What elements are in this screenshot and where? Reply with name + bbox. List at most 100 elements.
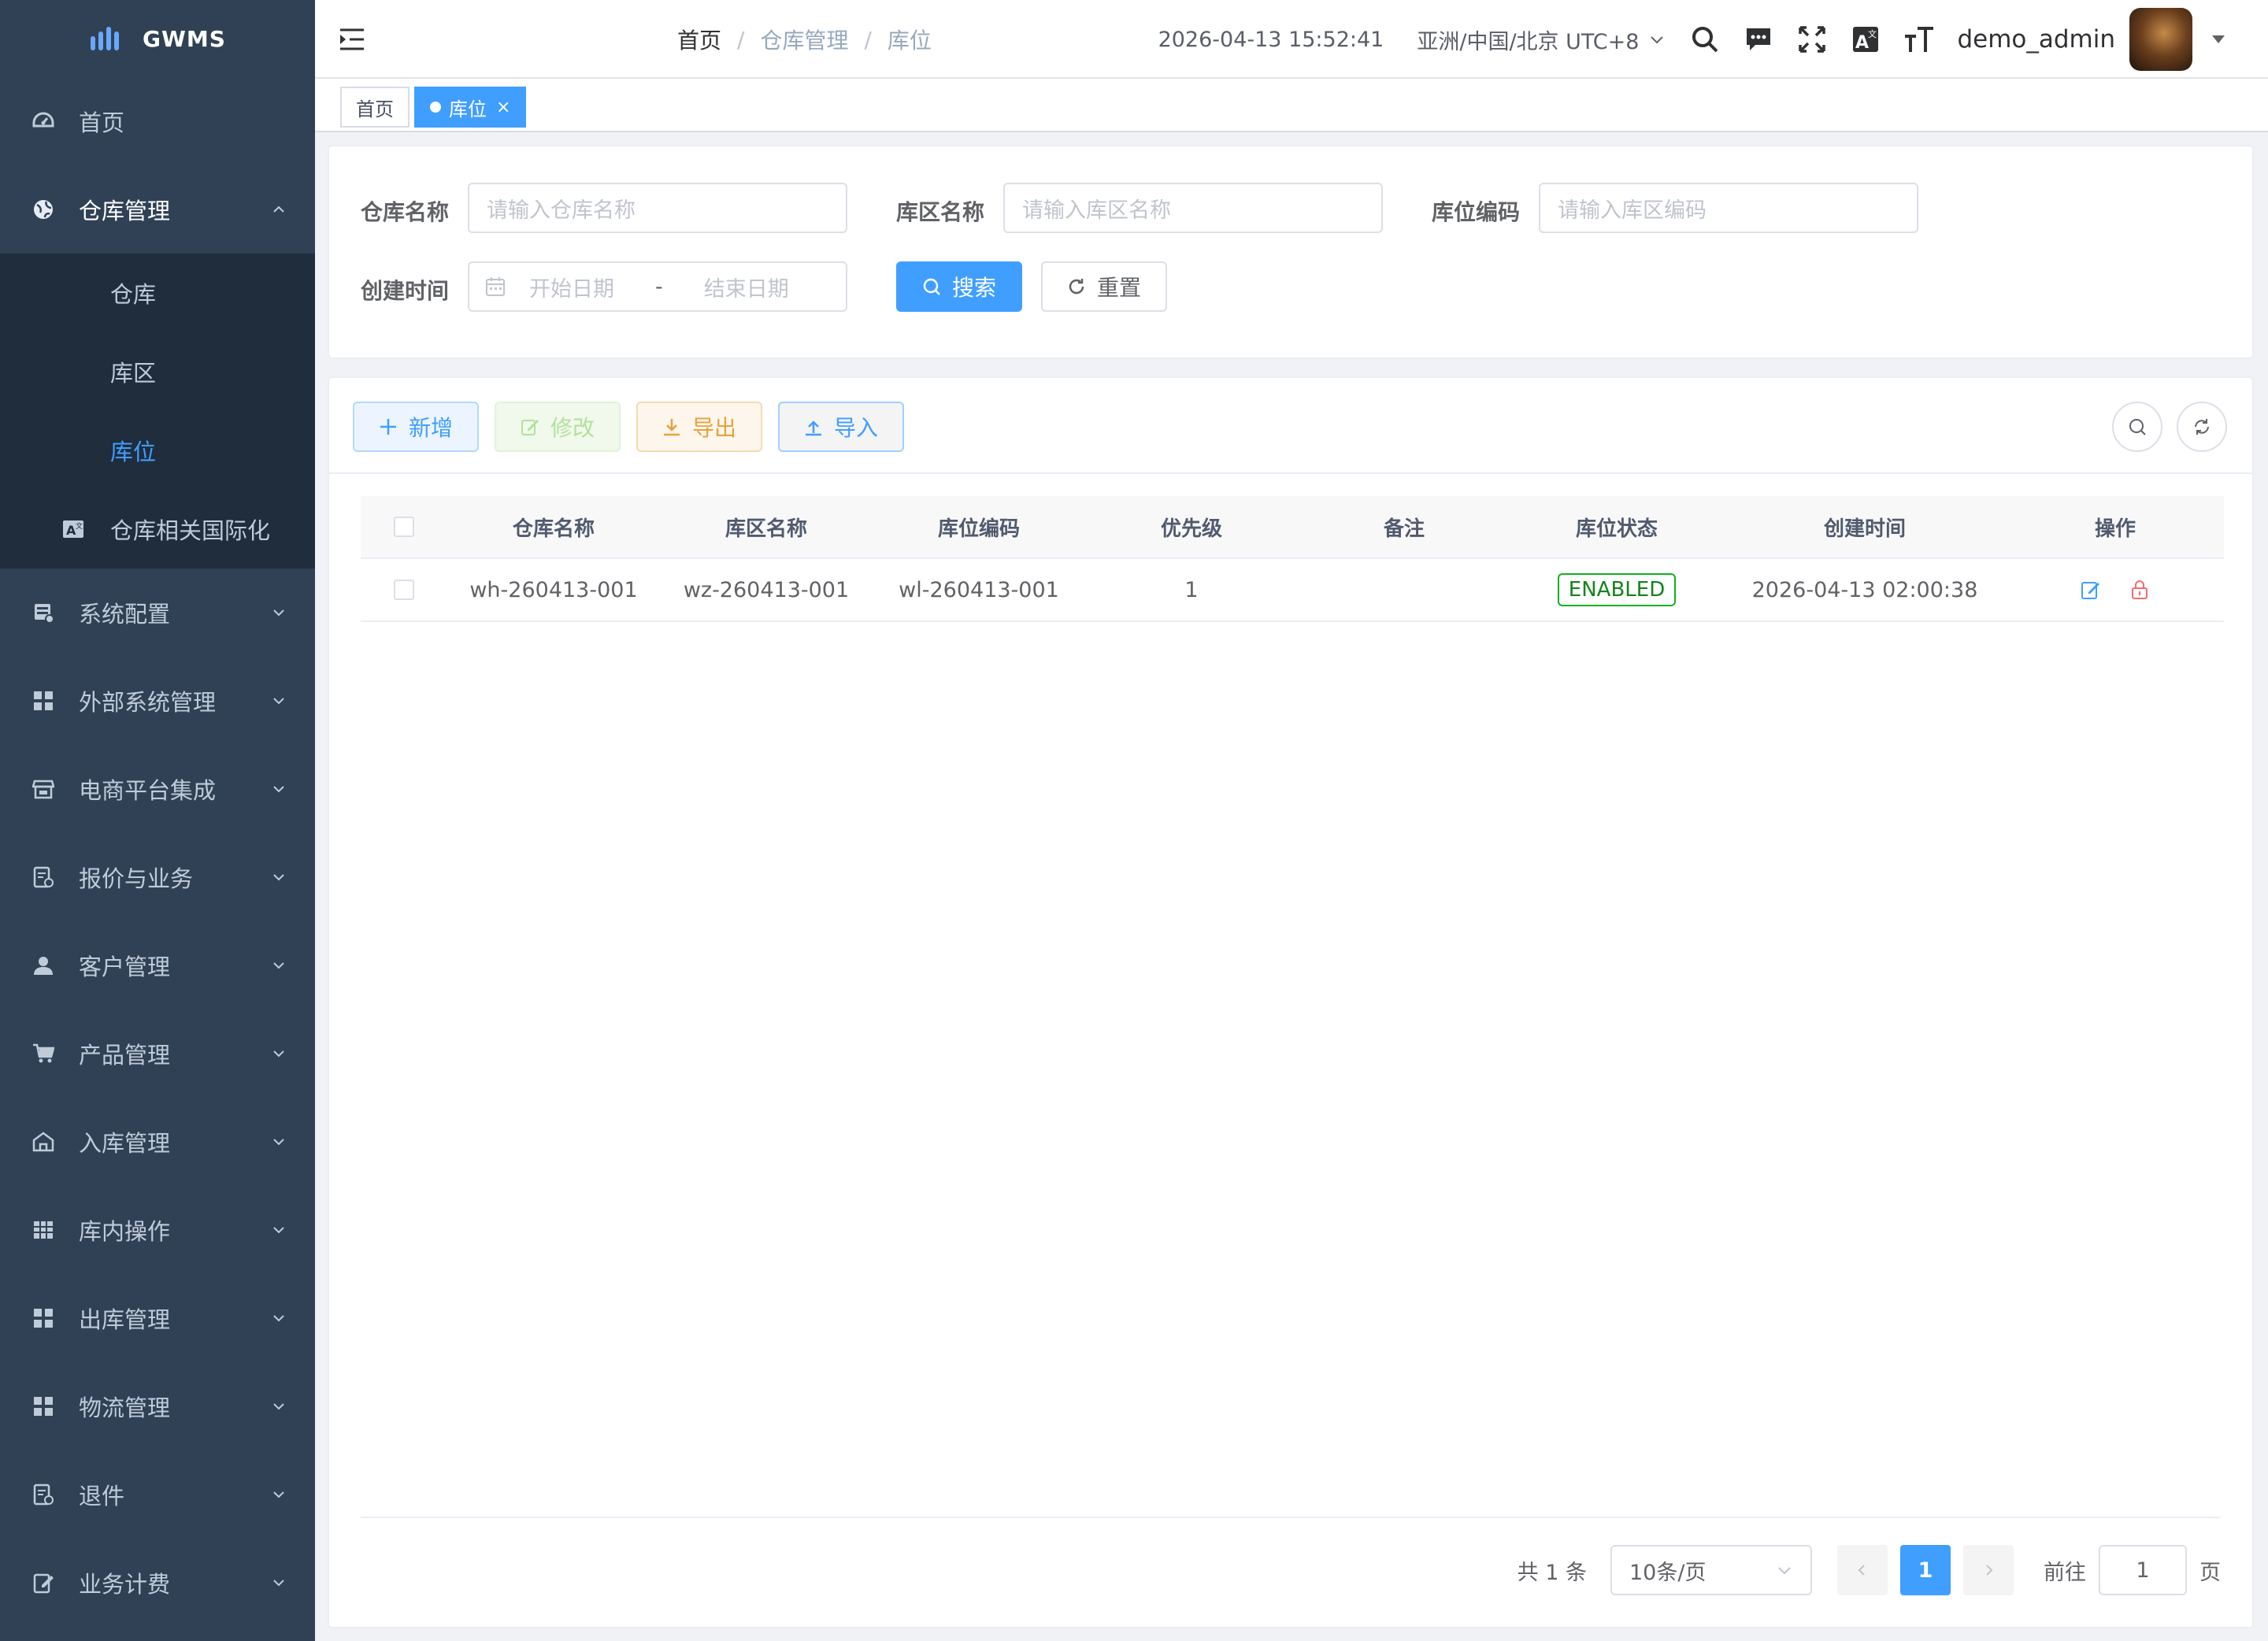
sidebar-item-label: 物流管理	[79, 1395, 171, 1421]
sidebar-item-inbound[interactable]: 入库管理	[0, 1098, 315, 1186]
page-number-active[interactable]: 1	[1900, 1545, 1951, 1595]
add-button-label: 新增	[408, 415, 453, 441]
search-button[interactable]: 搜索	[896, 261, 1022, 312]
column-header[interactable]: 库位编码	[873, 513, 1085, 542]
sidebar-item-customers[interactable]: 客户管理	[0, 921, 315, 1009]
sidebar-item-external-systems[interactable]: 外部系统管理	[0, 657, 315, 745]
edit-icon[interactable]	[2079, 578, 2103, 602]
chevron-down-icon	[273, 1227, 284, 1234]
sidebar-item-returns[interactable]: 退件	[0, 1450, 315, 1539]
end-date-placeholder: 结束日期	[703, 276, 789, 302]
row-checkbox[interactable]	[394, 580, 414, 600]
language-icon[interactable]: A文	[1850, 24, 1881, 55]
sidebar-item-ecommerce[interactable]: 电商平台集成	[0, 745, 315, 833]
sidebar-item-products[interactable]: 产品管理	[0, 1009, 315, 1098]
document-icon	[32, 1483, 55, 1506]
column-header[interactable]: 优先级	[1085, 513, 1298, 542]
table-panel: 新增 修改 导出 导入 仓库名称 库区名称 库位编码 优先级 备注 库位状态 创…	[328, 376, 2254, 1628]
sidebar-item-inventory-ops[interactable]: 库内操作	[0, 1186, 315, 1274]
warehouse-name-placeholder: 请输入仓库名称	[487, 198, 636, 223]
location-code-input[interactable]: 请输入库区编码	[1539, 183, 1918, 233]
sidebar-item-warehouse[interactable]: 仓库	[0, 254, 315, 332]
column-header[interactable]: 库位状态	[1510, 513, 1723, 542]
timezone-select[interactable]: 亚洲/中国/北京 UTC+8	[1417, 24, 1666, 55]
sidebar-item-logistics[interactable]: 物流管理	[0, 1362, 315, 1450]
download-icon	[662, 417, 681, 436]
sidebar-item-zone[interactable]: 库区	[0, 332, 315, 411]
reset-button[interactable]: 重置	[1041, 261, 1167, 312]
sidebar-item-label: 客户管理	[79, 954, 171, 980]
tag-home[interactable]: 首页	[340, 87, 410, 128]
refresh-icon	[1067, 277, 1086, 296]
goto-label: 前往	[2044, 1560, 2086, 1585]
caret-down-icon[interactable]	[2211, 32, 2225, 47]
column-header: 操作	[2094, 517, 2136, 541]
table-row[interactable]: wh-260413-001 wz-260413-001 wl-260413-00…	[361, 559, 2224, 622]
add-button[interactable]: 新增	[353, 402, 479, 452]
avatar[interactable]	[2129, 8, 2192, 71]
username[interactable]: demo_admin	[1957, 25, 2115, 54]
column-header[interactable]: 创建时间	[1723, 513, 2007, 542]
logo-icon	[91, 27, 120, 50]
cell-location-code: wl-260413-001	[899, 577, 1059, 602]
sidebar-item-label: 仓库	[110, 281, 157, 308]
warehouse-name-input[interactable]: 请输入仓库名称	[468, 183, 847, 233]
grid-icon	[32, 1395, 55, 1418]
search-icon[interactable]	[1689, 24, 1721, 55]
sidebar-item-billing[interactable]: 业务计费	[0, 1539, 315, 1627]
select-all-checkbox[interactable]	[394, 517, 414, 537]
page-size-select[interactable]: 10条/页	[1610, 1545, 1812, 1595]
edit-button[interactable]: 修改	[495, 402, 621, 452]
import-button[interactable]: 导入	[778, 402, 904, 452]
date-range-picker[interactable]: 开始日期 - 结束日期	[468, 261, 847, 312]
app-name: GWMS	[143, 25, 226, 52]
column-header[interactable]: 备注	[1298, 513, 1510, 542]
sidebar-item-system-config[interactable]: 系统配置	[0, 569, 315, 657]
breadcrumb-home[interactable]: 首页	[677, 24, 721, 55]
message-icon[interactable]	[1743, 24, 1774, 55]
column-header[interactable]: 库区名称	[660, 513, 873, 542]
sidebar: GWMS 首页 仓库管理 仓库 库区 库位 A文 仓库相关国际化 系统配置 外部…	[0, 0, 315, 1641]
refresh-table-button[interactable]	[2177, 402, 2227, 452]
menu-toggle-icon[interactable]	[339, 27, 365, 55]
document-icon	[32, 865, 55, 889]
reset-button-label: 重置	[1096, 275, 1141, 301]
dashboard-icon	[32, 109, 55, 133]
sidebar-item-label: 出库管理	[79, 1306, 171, 1333]
sidebar-item-quotes[interactable]: 报价与业务	[0, 833, 315, 921]
tag-location[interactable]: 库位 ×	[414, 87, 527, 128]
close-icon[interactable]: ×	[496, 98, 510, 117]
row-select-cell	[361, 580, 447, 600]
sidebar-item-home[interactable]: 首页	[0, 77, 315, 165]
sidebar-item-outbound[interactable]: 出库管理	[0, 1274, 315, 1362]
page-suffix: 页	[2199, 1560, 2221, 1585]
zone-name-input[interactable]: 请输入库区名称	[1003, 183, 1383, 233]
active-dot-icon	[430, 102, 441, 113]
column-header[interactable]: 仓库名称	[447, 513, 660, 542]
next-page-button[interactable]	[1963, 1545, 2014, 1595]
svg-text:A: A	[1855, 33, 1869, 53]
app-logo[interactable]: GWMS	[0, 0, 315, 77]
sidebar-item-warehouse-management[interactable]: 仓库管理	[0, 165, 315, 254]
select-all-cell	[361, 517, 447, 537]
pagination-total: 共 1 条	[1517, 1560, 1587, 1585]
sidebar-item-warehouse-i18n[interactable]: A文 仓库相关国际化	[0, 490, 315, 569]
lock-icon[interactable]	[2128, 578, 2151, 602]
font-size-icon[interactable]	[1903, 24, 1935, 55]
header-right: 2026-04-13 15:52:41 亚洲/中国/北京 UTC+8 A文 de…	[1158, 0, 2268, 79]
grid-icon	[32, 689, 55, 713]
sidebar-item-label: 系统配置	[79, 601, 171, 628]
calendar-icon	[485, 276, 506, 297]
chevron-down-icon	[1651, 36, 1664, 44]
toggle-search-button[interactable]	[2112, 402, 2162, 452]
chevron-right-icon	[1986, 1565, 1993, 1576]
cell-created-time: 2026-04-13 02:00:38	[1751, 577, 1978, 602]
sidebar-item-location[interactable]: 库位	[0, 411, 315, 490]
goto-page-input[interactable]: 1	[2099, 1545, 2187, 1595]
sidebar-item-label: 外部系统管理	[79, 689, 217, 716]
tags-view: 首页 库位 ×	[315, 79, 2268, 132]
fullscreen-icon[interactable]	[1796, 24, 1828, 55]
export-button[interactable]: 导出	[636, 402, 762, 452]
prev-page-button[interactable]	[1837, 1545, 1888, 1595]
status-badge: ENABLED	[1557, 573, 1677, 606]
